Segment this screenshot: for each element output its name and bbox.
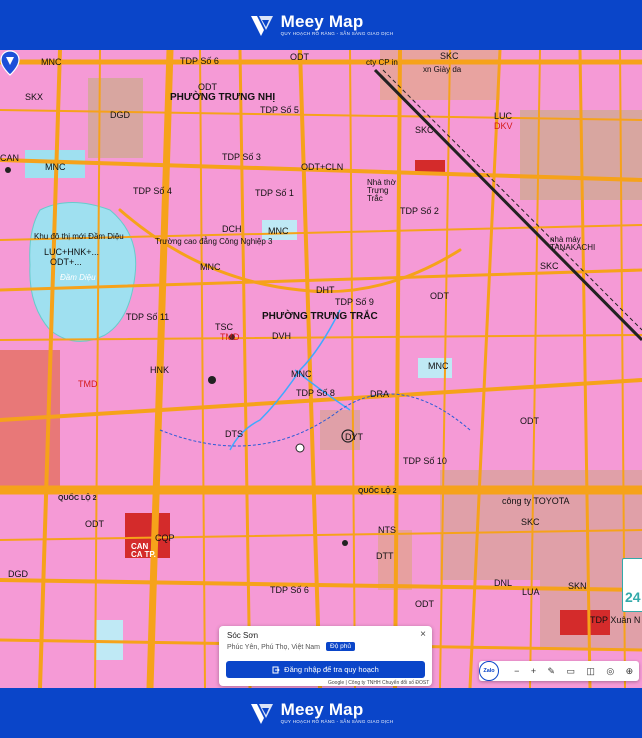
layers-icon[interactable]: ▭ <box>566 666 575 677</box>
login-button-label: Đăng nhập để tra quy hoạch <box>284 665 379 674</box>
ward-label-trung-nhi: PHƯỜNG TRƯNG NHỊ <box>170 92 276 103</box>
location-info-panel: Sóc Sơn Phúc Yên, Phú Thọ, Việt Nam Độ p… <box>219 626 432 686</box>
label-nha-may: nhà máy TANAKACHI <box>550 235 596 252</box>
code-label: DCH <box>222 224 242 234</box>
map-toolbar: − + ✎ ▭ ◫ ◎ ⊕ <box>479 661 639 681</box>
code-label: DYT <box>345 432 363 442</box>
brand-name: Meey Map <box>280 700 364 720</box>
label-tdp-so6-bottom: TDP Số 6 <box>270 585 309 595</box>
code-label: DRA <box>370 389 390 399</box>
code-label: LUC <box>494 111 513 121</box>
map-canvas <box>0 50 642 688</box>
label-tdp-so2: TDP Số 2 <box>400 206 439 216</box>
label-tdp-so1: TDP Số 1 <box>255 188 294 198</box>
side-info-widget[interactable]: 24 <box>622 558 642 612</box>
code-label-red: DKV <box>494 121 513 131</box>
planning-map[interactable]: PHƯỜNG TRƯNG NHỊ PHƯỜNG TRƯNG TRẮC TDP S… <box>0 50 642 688</box>
label-tdp-so9: TDP Số 9 <box>335 297 374 307</box>
code-label: DHT <box>316 285 335 295</box>
code-label: SKC <box>540 261 559 271</box>
zoom-out-button[interactable]: − <box>514 666 519 676</box>
brand[interactable]: Meey Map QUY HOẠCH RÕ RÀNG - SẴN SÀNG GI… <box>249 12 394 38</box>
code-label: ODT <box>198 82 217 92</box>
code-label: CQP <box>155 533 175 543</box>
login-button[interactable]: Đăng nhập để tra quy hoạch <box>226 661 425 678</box>
code-label: SKC <box>440 51 459 61</box>
code-label: LUA <box>522 587 540 597</box>
code-label: ODT <box>430 291 449 301</box>
label-cty-cp: cty CP in <box>366 58 398 67</box>
label-odt-cln: ODT+CLN <box>301 162 344 172</box>
code-label: TSC <box>215 322 233 332</box>
code-label: DTS <box>225 429 243 439</box>
header-bar: Meey Map QUY HOẠCH RÕ RÀNG - SẴN SÀNG GI… <box>0 0 642 50</box>
code-label: ODT <box>415 599 434 609</box>
compare-icon[interactable]: ◫ <box>586 666 595 677</box>
code-label: SKC <box>415 125 434 135</box>
code-label: MNC <box>291 369 312 379</box>
side-widget-value: 24 <box>625 589 641 605</box>
label-truong-cd: Trường cao đẳng Công Nghiệp 3 <box>155 237 273 246</box>
label-dam-dieu: Đầm Diệu <box>60 273 96 282</box>
label-tdp-xuan: TDP Xuân N <box>590 615 641 625</box>
code-label: DTT <box>376 551 394 561</box>
code-label: SKC <box>521 517 540 527</box>
panel-title: Sóc Sơn <box>227 631 259 640</box>
code-label: DGD <box>8 569 28 579</box>
zoom-in-button[interactable]: + <box>531 666 536 676</box>
code-label: SKX <box>25 92 44 102</box>
code-label: MNC <box>428 361 449 371</box>
code-label: DNL <box>494 578 513 588</box>
code-label: MNC <box>268 226 289 236</box>
meey-logo-icon <box>250 704 273 724</box>
close-icon[interactable]: × <box>420 629 426 640</box>
label-cong-ty-toyota: công ty TOYOTA <box>502 496 570 506</box>
code-label: HNK <box>150 365 170 375</box>
zalo-button[interactable]: Zalo <box>479 661 499 681</box>
brand-tagline: QUY HOẠCH RÕ RÀNG - SẴN SÀNG GIAO DỊCH <box>280 31 394 37</box>
code-label: NTS <box>378 525 396 535</box>
code-label: MNC <box>41 57 62 67</box>
brand-name: Meey Map <box>280 12 364 32</box>
label-tdp-so8: TDP Số 8 <box>296 388 335 398</box>
code-label-red: TMD <box>78 379 98 389</box>
code-label: CAN <box>0 153 20 163</box>
label-tdp-so3: TDP Số 3 <box>222 152 261 162</box>
label-tdp-so10: TDP Số 10 <box>403 456 447 466</box>
label-tdp-so5: TDP Số 5 <box>260 105 299 115</box>
meey-logo-icon <box>250 16 273 36</box>
label-tdp-so11: TDP Số 11 <box>126 312 170 322</box>
coverage-badge[interactable]: Độ phủ <box>326 642 355 651</box>
label-tdp-so4: TDP Số 4 <box>133 186 172 196</box>
label-odt-dots: ODT+... <box>50 257 82 267</box>
code-label: ODT <box>520 416 539 426</box>
ward-label-trung-trac: PHƯỜNG TRƯNG TRẮC <box>262 311 378 322</box>
map-attribution: Google | Công ty TNHH Chuyển đổi số ĐOST <box>328 680 430 686</box>
locate-icon[interactable]: ⊕ <box>626 666 634 677</box>
footer-bar: Meey Map QUY HOẠCH RÕ RÀNG - SẴN SÀNG GI… <box>0 688 642 738</box>
ruler-icon[interactable]: ✎ <box>548 666 556 677</box>
code-label: ODT <box>290 52 309 62</box>
label-can-ca-tp: CAN CA TP. <box>131 542 156 559</box>
brand-footer[interactable]: Meey Map QUY HOẠCH RÕ RÀNG - SẴN SÀNG GI… <box>249 700 394 726</box>
panel-subtitle: Phúc Yên, Phú Thọ, Việt Nam <box>227 644 321 651</box>
label-xn-giay: xn Giày da <box>423 65 462 74</box>
label-luc-hnk: LUC+HNK+... <box>44 247 100 257</box>
label-tdp-so6-top: TDP Số 6 <box>180 56 219 66</box>
brand-tagline: QUY HOẠCH RÕ RÀNG - SẴN SÀNG GIAO DỊCH <box>280 719 394 725</box>
road-label-ql2-left: QUỐC LỘ 2 <box>58 495 97 502</box>
code-label: DGD <box>110 110 130 120</box>
label-nha-tho: Nhà thờ Trưng Trắc <box>367 178 396 203</box>
location-pin-icon[interactable] <box>0 50 20 76</box>
road-label-ql2-right: QUỐC LỘ 2 <box>358 488 397 495</box>
code-label: MNC <box>45 162 66 172</box>
code-label: MNC <box>200 262 221 272</box>
code-label: SKN <box>568 581 587 591</box>
compass-icon[interactable]: ◎ <box>606 666 614 677</box>
code-label: ODT <box>85 519 104 529</box>
code-label-red: TMD <box>220 332 240 342</box>
login-icon <box>272 666 280 673</box>
label-khu-do-thi: Khu đô thị mới Đầm Diệu <box>34 232 124 241</box>
code-label: DVH <box>272 331 292 341</box>
